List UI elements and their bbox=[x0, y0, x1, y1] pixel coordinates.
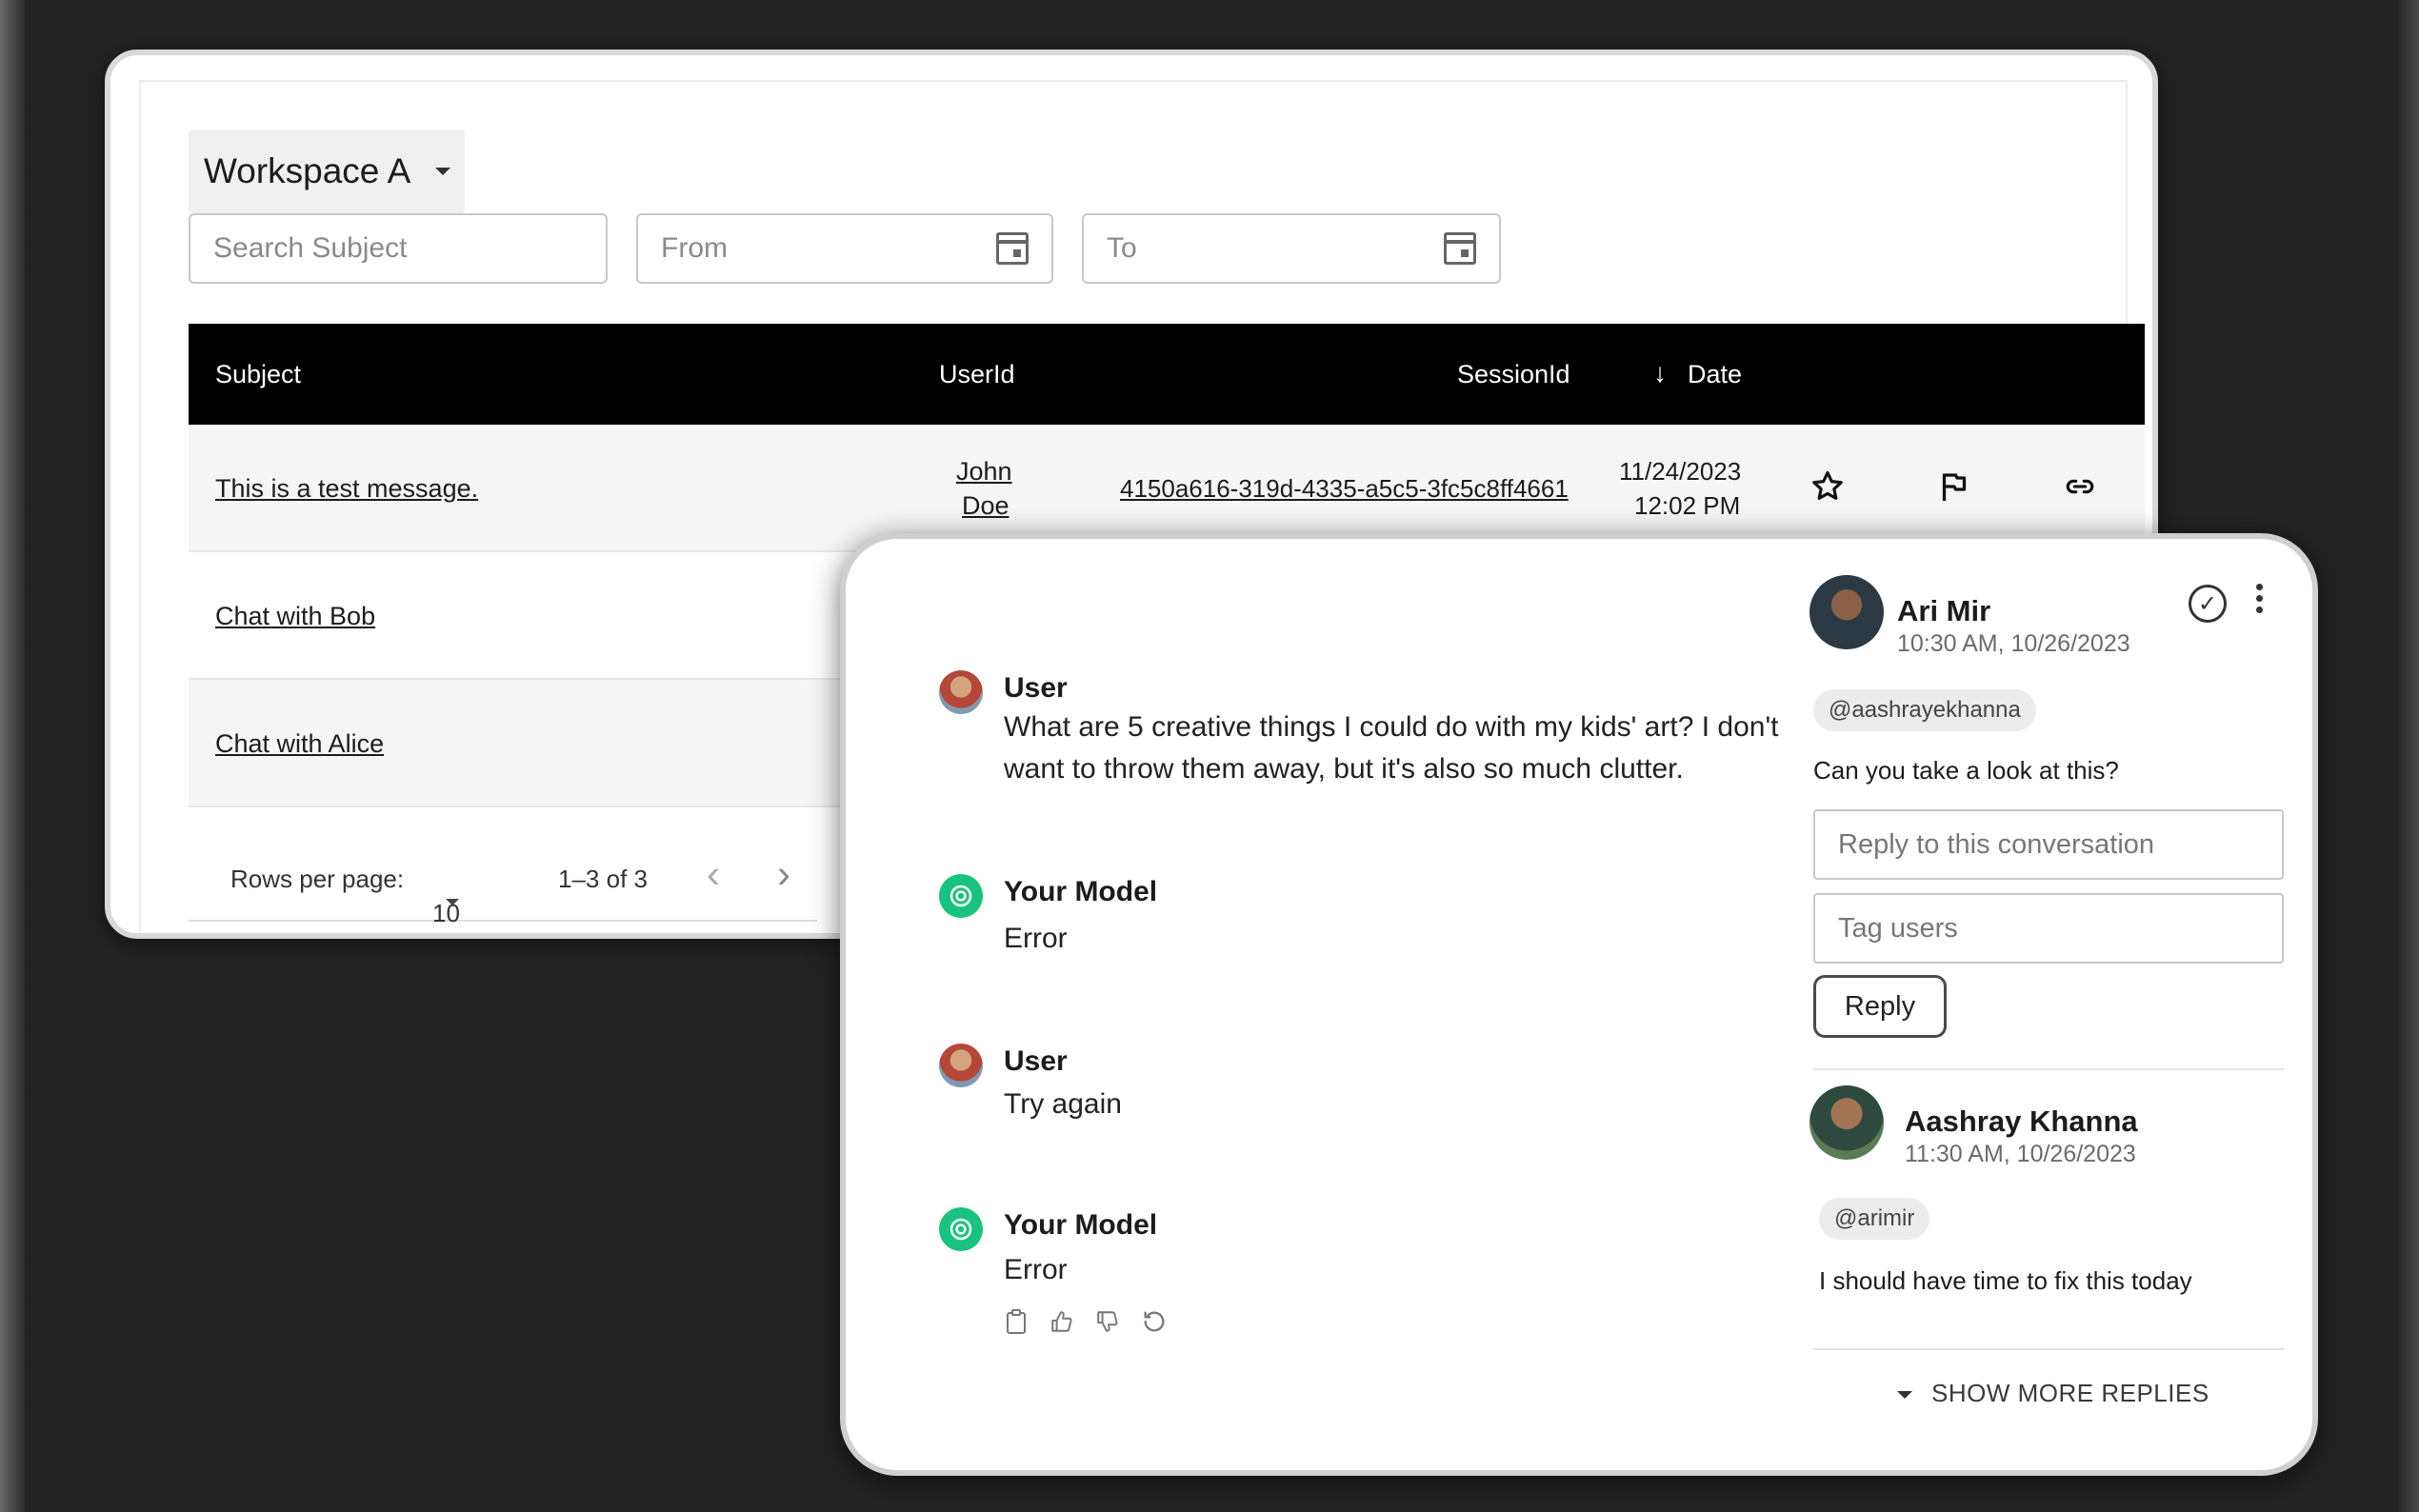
comment-timestamp: 10:30 AM, 10/26/2023 bbox=[1897, 630, 2130, 657]
flag-icon[interactable] bbox=[1937, 468, 1971, 511]
user-avatar bbox=[939, 1044, 983, 1087]
chevron-down-icon bbox=[446, 899, 459, 905]
to-placeholder: To bbox=[1107, 232, 1137, 264]
rows-per-page-label: Rows per page: bbox=[230, 865, 405, 893]
message-author: User bbox=[1004, 672, 1068, 704]
background-edge-right bbox=[2398, 0, 2419, 1512]
column-date[interactable]: Date bbox=[1688, 360, 1742, 389]
regenerate-icon[interactable] bbox=[1141, 1308, 1166, 1337]
message-author: Your Model bbox=[1004, 1209, 1158, 1241]
message-text: Error bbox=[1004, 923, 1068, 954]
reply-button[interactable]: Reply bbox=[1813, 975, 1947, 1038]
row-subject-link[interactable]: Chat with Bob bbox=[215, 602, 375, 631]
mention-chip[interactable]: @aashrayekhanna bbox=[1813, 689, 2036, 731]
search-placeholder: Search Subject bbox=[213, 232, 408, 264]
row-subject-link[interactable]: Chat with Alice bbox=[215, 729, 384, 759]
message-author: Your Model bbox=[1004, 876, 1158, 907]
pagination-range: 1–3 of 3 bbox=[558, 865, 648, 893]
thumbs-down-icon[interactable] bbox=[1095, 1308, 1120, 1337]
table-header: Subject UserId SessionId ↓ Date bbox=[189, 324, 2145, 425]
resolve-check-icon[interactable]: ✓ bbox=[2189, 585, 2227, 623]
star-icon[interactable] bbox=[1809, 468, 1846, 511]
mention-text: @aashrayekhanna bbox=[1829, 697, 2021, 723]
row-user-link-line2[interactable]: Doe bbox=[962, 491, 1010, 521]
pagination-bar: Rows per page: 10 1–3 of 3 ‹ › bbox=[189, 830, 817, 927]
model-avatar-icon bbox=[939, 1207, 983, 1251]
link-icon[interactable] bbox=[2061, 470, 2099, 509]
chevron-left-icon[interactable]: ‹ bbox=[707, 851, 720, 897]
comment-text: I should have time to fix this today bbox=[1819, 1266, 2192, 1295]
commenter-name: Ari Mir bbox=[1897, 594, 1991, 627]
background-edge-left bbox=[0, 0, 25, 1512]
comment-timestamp: 11:30 AM, 10/26/2023 bbox=[1905, 1141, 2136, 1167]
thumbs-up-icon[interactable] bbox=[1050, 1308, 1074, 1337]
row-date: 11/24/2023 bbox=[1619, 457, 1742, 486]
conversation-detail-card: User What are 5 creative things I could … bbox=[840, 533, 2318, 1476]
column-sessionid[interactable]: SessionId bbox=[1457, 360, 1570, 389]
mention-text: @arimir bbox=[1834, 1205, 1915, 1231]
comment-divider bbox=[1813, 1068, 2284, 1070]
workspace-select[interactable]: Workspace A bbox=[189, 129, 465, 213]
more-options-icon[interactable] bbox=[2253, 581, 2265, 619]
row-session-link[interactable]: 4150a616-319d-4335-a5c5-3fc5c8ff4661 bbox=[1120, 474, 1569, 504]
row-time: 12:02 PM bbox=[1634, 491, 1741, 520]
user-avatar bbox=[939, 670, 983, 714]
message-text: Error bbox=[1004, 1254, 1068, 1285]
to-date-field[interactable]: To bbox=[1082, 213, 1501, 284]
mention-chip[interactable]: @arimir bbox=[1819, 1198, 1930, 1240]
row-subject-link[interactable]: This is a test message. bbox=[215, 474, 478, 504]
chevron-down-icon bbox=[435, 168, 451, 175]
row-user-link-line1[interactable]: John bbox=[956, 457, 1012, 487]
model-avatar-icon bbox=[939, 874, 983, 918]
message-text-line1: What are 5 creative things I could do wi… bbox=[1004, 711, 1779, 743]
copy-icon[interactable] bbox=[1004, 1308, 1029, 1337]
search-subject-input[interactable]: Search Subject bbox=[189, 213, 608, 284]
chevron-right-icon[interactable]: › bbox=[777, 851, 790, 897]
message-text: Try again bbox=[1004, 1088, 1122, 1120]
reply-placeholder: Reply to this conversation bbox=[1838, 828, 2155, 860]
sort-arrow-icon[interactable]: ↓ bbox=[1653, 358, 1667, 388]
from-date-field[interactable]: From bbox=[636, 213, 1053, 284]
message-author: User bbox=[1004, 1045, 1068, 1077]
caret-down-icon bbox=[1897, 1391, 1912, 1400]
tag-placeholder: Tag users bbox=[1838, 912, 1958, 944]
check-glyph: ✓ bbox=[2197, 590, 2218, 617]
message-text-line2: want to throw them away, but it's also s… bbox=[1004, 753, 1684, 785]
comment-divider bbox=[1813, 1348, 2284, 1350]
from-placeholder: From bbox=[661, 232, 728, 264]
commenter-avatar bbox=[1809, 1085, 1884, 1160]
show-more-label: SHOW MORE REPLIES bbox=[1931, 1379, 2209, 1407]
workspace-label: Workspace A bbox=[204, 151, 411, 190]
show-more-replies-button[interactable]: SHOW MORE REPLIES bbox=[1897, 1379, 2209, 1408]
column-userid[interactable]: UserId bbox=[939, 360, 1015, 389]
commenter-name: Aashray Khanna bbox=[1905, 1104, 2138, 1138]
calendar-icon[interactable] bbox=[996, 232, 1029, 265]
calendar-icon[interactable] bbox=[1444, 232, 1476, 265]
tag-users-input[interactable]: Tag users bbox=[1813, 893, 2284, 964]
reply-input[interactable]: Reply to this conversation bbox=[1813, 809, 2284, 880]
comment-text: Can you take a look at this? bbox=[1813, 756, 2119, 785]
commenter-avatar bbox=[1809, 575, 1884, 649]
column-subject[interactable]: Subject bbox=[215, 360, 301, 389]
